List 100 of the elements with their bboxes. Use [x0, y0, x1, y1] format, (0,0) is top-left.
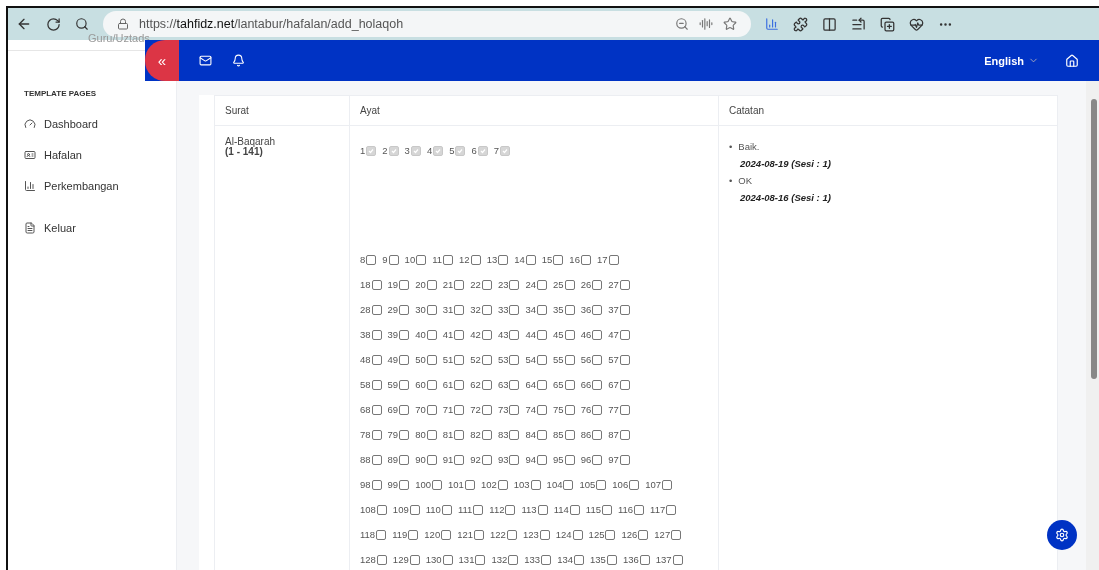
checkbox[interactable] — [563, 479, 574, 490]
checkbox[interactable] — [454, 354, 465, 365]
checkbox[interactable] — [441, 529, 452, 540]
checkbox[interactable] — [443, 254, 454, 265]
checkbox[interactable] — [592, 304, 603, 315]
checkbox[interactable] — [580, 254, 591, 265]
checkbox[interactable] — [371, 354, 382, 365]
checkbox[interactable] — [481, 279, 492, 290]
checkbox[interactable] — [426, 454, 437, 465]
checkbox[interactable] — [592, 379, 603, 390]
checkbox[interactable] — [426, 304, 437, 315]
checkbox[interactable] — [416, 254, 427, 265]
checkbox[interactable] — [564, 354, 575, 365]
checkbox[interactable] — [454, 379, 465, 390]
checkbox[interactable] — [474, 529, 485, 540]
checkbox[interactable] — [564, 279, 575, 290]
checkbox[interactable] — [662, 479, 673, 490]
checkbox[interactable] — [574, 554, 584, 565]
checkbox[interactable] — [672, 554, 683, 565]
checkbox[interactable] — [537, 429, 548, 440]
checkbox[interactable] — [619, 329, 630, 340]
checkbox[interactable] — [481, 354, 492, 365]
checkbox[interactable] — [426, 429, 437, 440]
checkbox[interactable] — [426, 379, 437, 390]
checkbox[interactable] — [371, 329, 382, 340]
puzzle-icon[interactable] — [793, 16, 808, 32]
checkbox[interactable] — [537, 404, 548, 415]
checkbox[interactable] — [371, 479, 382, 490]
checkbox[interactable] — [508, 554, 519, 565]
checkbox[interactable] — [481, 429, 492, 440]
checkbox[interactable] — [629, 479, 640, 490]
checkbox[interactable] — [525, 254, 536, 265]
checkbox[interactable] — [564, 429, 575, 440]
checkbox[interactable] — [470, 254, 481, 265]
checkbox[interactable] — [619, 279, 630, 290]
checkbox[interactable] — [509, 379, 520, 390]
checkbox[interactable] — [592, 404, 603, 415]
checkbox[interactable] — [592, 329, 603, 340]
checkbox[interactable] — [442, 554, 453, 565]
checkbox[interactable] — [569, 504, 580, 515]
checkbox[interactable] — [481, 454, 492, 465]
checkbox[interactable] — [376, 529, 387, 540]
checkbox[interactable] — [537, 504, 548, 515]
checkbox[interactable] — [639, 554, 650, 565]
checkbox[interactable] — [454, 454, 465, 465]
checkbox[interactable] — [426, 354, 437, 365]
checkbox[interactable] — [509, 354, 520, 365]
checkbox[interactable] — [634, 504, 645, 515]
checkbox[interactable] — [371, 279, 382, 290]
checkbox[interactable] — [399, 329, 410, 340]
checkbox[interactable] — [608, 254, 619, 265]
checkbox[interactable] — [606, 554, 617, 565]
checkbox[interactable] — [399, 379, 410, 390]
checkbox[interactable] — [498, 254, 509, 265]
favorites-icon[interactable] — [851, 16, 866, 32]
checkbox[interactable] — [509, 304, 520, 315]
checkbox[interactable] — [481, 304, 492, 315]
collections-icon[interactable] — [880, 16, 895, 32]
checkbox[interactable] — [454, 279, 465, 290]
checkbox[interactable] — [596, 479, 607, 490]
checkbox[interactable] — [564, 329, 575, 340]
star-icon[interactable] — [723, 17, 737, 31]
search-icon[interactable] — [75, 17, 89, 31]
checkbox[interactable] — [537, 379, 548, 390]
checkbox[interactable] — [592, 279, 603, 290]
heart-icon[interactable] — [909, 16, 924, 32]
checkbox[interactable] — [371, 304, 382, 315]
reload-icon[interactable] — [46, 16, 61, 32]
checkbox[interactable] — [388, 254, 399, 265]
checkbox[interactable] — [473, 504, 484, 515]
checkbox[interactable] — [509, 429, 520, 440]
checkbox[interactable] — [454, 329, 465, 340]
checkbox[interactable] — [605, 529, 616, 540]
checkbox[interactable] — [671, 529, 682, 540]
checkbox[interactable] — [592, 454, 603, 465]
read-aloud-icon[interactable] — [699, 17, 713, 31]
checkbox[interactable] — [530, 479, 541, 490]
checkbox[interactable] — [481, 329, 492, 340]
checkbox[interactable] — [619, 404, 630, 415]
checkbox[interactable] — [366, 254, 377, 265]
checkbox[interactable] — [505, 504, 516, 515]
checkbox[interactable] — [426, 279, 437, 290]
checkbox[interactable] — [619, 304, 630, 315]
checkbox[interactable] — [509, 454, 520, 465]
checkbox[interactable] — [464, 479, 475, 490]
checkbox[interactable] — [441, 504, 452, 515]
checkbox[interactable] — [399, 429, 410, 440]
checkbox[interactable] — [537, 454, 548, 465]
checkbox[interactable] — [539, 529, 550, 540]
checkbox[interactable] — [619, 354, 630, 365]
checkbox[interactable] — [619, 454, 630, 465]
checkbox[interactable] — [399, 454, 410, 465]
checkbox[interactable] — [537, 304, 548, 315]
checkbox[interactable] — [497, 479, 508, 490]
checkbox[interactable] — [481, 404, 492, 415]
checkbox[interactable] — [666, 504, 677, 515]
checkbox[interactable] — [572, 529, 583, 540]
checkbox[interactable] — [408, 529, 419, 540]
bell-icon[interactable] — [232, 54, 245, 67]
bars-icon[interactable] — [765, 17, 779, 31]
